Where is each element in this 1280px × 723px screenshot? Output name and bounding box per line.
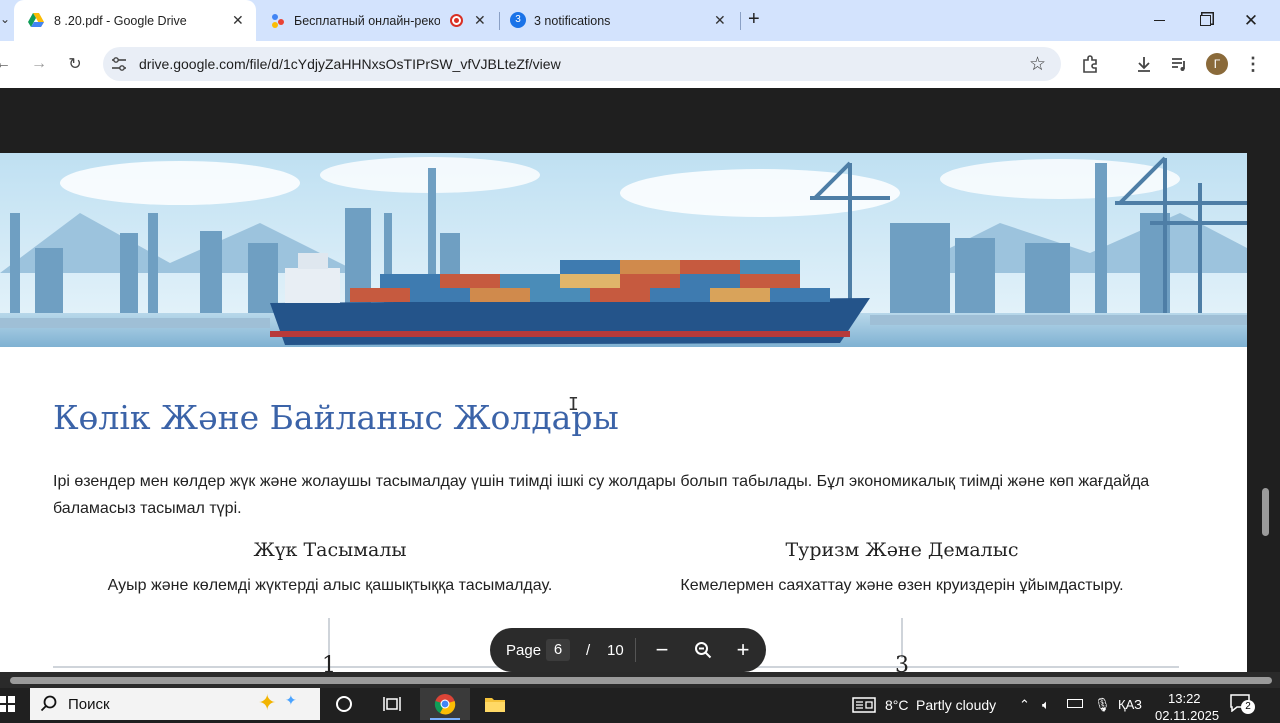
close-tab-icon[interactable]: ✕ — [474, 12, 486, 29]
column-heading-tourism: Туризм Және Демалыс — [785, 539, 1019, 561]
microphone-icon[interactable]: 🎙︎ — [1094, 697, 1111, 713]
restore-icon — [1199, 15, 1211, 26]
task-view-icon — [383, 697, 401, 711]
taskbar-search-box[interactable]: Поиск ✦ ✦ — [30, 688, 320, 720]
clock-date[interactable]: 02.11.2025 — [1155, 708, 1219, 723]
tab-google-drive[interactable]: 8 .20.pdf - Google Drive ✕ — [14, 0, 256, 41]
puzzle-icon — [1083, 55, 1097, 73]
notification-count-badge: 2 — [1241, 700, 1255, 714]
windows-logo-icon — [0, 696, 15, 712]
reload-icon: ↻ — [68, 56, 82, 73]
step-number: 3 — [895, 653, 909, 672]
sparkle-icon: ✦ — [285, 692, 297, 708]
forward-button[interactable]: → — [26, 51, 52, 77]
text-cursor-icon: I — [568, 394, 579, 415]
weather-description[interactable]: Partly cloudy — [916, 697, 996, 713]
column-heading-cargo: Жүк Тасымалы — [253, 539, 407, 561]
vertical-scrollbar-thumb[interactable] — [1262, 488, 1269, 536]
extensions-button[interactable] — [1077, 51, 1103, 77]
pdf-page: Көлік Және Байланыс Жолдары Ірі өзендер … — [0, 153, 1247, 672]
forward-arrow-icon: → — [31, 55, 47, 72]
sparkle-icon: ✦ — [258, 690, 277, 715]
notification-center-button[interactable]: 2 — [1230, 694, 1255, 714]
page-label: Page — [506, 641, 542, 659]
divider — [635, 638, 636, 662]
tab-title: 8 .20.pdf - Google Drive — [54, 13, 187, 28]
new-tab-button[interactable]: + — [748, 8, 760, 31]
close-icon: ✕ — [1243, 10, 1259, 30]
download-icon — [1138, 57, 1150, 72]
zoom-out-button[interactable]: − — [649, 637, 675, 662]
notification-badge-icon: 3 — [510, 12, 526, 28]
tab-separator — [740, 12, 741, 30]
column-text-cargo: Ауыр және көлемді жүктерді алыс қашықтық… — [107, 577, 553, 594]
start-button[interactable] — [0, 688, 30, 720]
back-arrow-icon: ← — [0, 55, 11, 72]
cortana-button[interactable] — [321, 688, 367, 720]
timeline-connector — [901, 618, 903, 658]
url-text[interactable]: drive.google.com/file/d/1cYdjyZaHHNxsOsT… — [139, 56, 561, 72]
bookmark-star-icon[interactable]: ☆ — [1029, 53, 1046, 76]
tab-recorder[interactable]: Бесплатный онлайн-рекор ✕ — [258, 0, 498, 41]
tab-title: Бесплатный онлайн-рекор — [294, 13, 440, 28]
tab-strip: ⌄ 8 .20.pdf - Google Drive ✕ Бесплатный … — [0, 0, 1280, 41]
google-drive-icon — [28, 13, 44, 27]
back-button[interactable]: ← — [0, 51, 16, 77]
search-icon — [40, 695, 57, 712]
weather-temperature[interactable]: 8°C — [885, 697, 909, 713]
downloads-button[interactable] — [1131, 51, 1157, 77]
close-tab-icon[interactable]: ✕ — [232, 12, 244, 29]
search-placeholder: Поиск — [68, 696, 110, 713]
weather-news-icon[interactable] — [852, 697, 876, 713]
battery-icon[interactable] — [1067, 699, 1083, 708]
page-number-input[interactable]: 6 — [546, 639, 570, 661]
port-banner-image — [0, 153, 1247, 347]
page-separator: / — [586, 641, 591, 659]
recording-icon — [450, 14, 463, 27]
minimize-icon — [1153, 20, 1165, 21]
document-paragraph: Ірі өзендер мен көлдер жүк және жолаушы … — [53, 473, 1150, 517]
tab-notifications[interactable]: 3 3 notifications ✕ — [500, 0, 740, 41]
clock-time[interactable]: 13:22 — [1168, 691, 1201, 706]
page-total: 10 — [607, 641, 624, 659]
tab-search-chevron[interactable]: ⌄ — [0, 12, 10, 30]
kebab-menu-icon: ⋮ — [1244, 53, 1262, 74]
volume-icon[interactable]: 🔈︎ — [1042, 697, 1050, 713]
magnifier-icon — [695, 642, 712, 659]
site-info-icon — [112, 57, 126, 71]
zoom-in-button[interactable]: + — [730, 637, 756, 662]
task-view-button[interactable] — [369, 688, 415, 720]
cortana-circle-icon — [336, 696, 352, 712]
language-indicator[interactable]: ҚАЗ — [1118, 697, 1142, 712]
media-control-button[interactable] — [1166, 51, 1192, 77]
menu-button[interactable]: ⋮ — [1240, 51, 1266, 77]
close-window-button[interactable]: ✕ — [1228, 0, 1274, 41]
horizontal-scrollbar-thumb[interactable] — [10, 677, 1272, 684]
browser-toolbar: ← → ↻ drive.google.com/file/d/1cYdjyZaHH… — [0, 41, 1280, 88]
playlist-icon — [1172, 58, 1185, 71]
reload-button[interactable]: ↻ — [62, 51, 88, 77]
timeline-connector — [328, 618, 330, 658]
chrome-taskbar-button[interactable] — [420, 688, 470, 720]
column-text-tourism: Кемелермен саяхаттау және өзен круиздері… — [680, 577, 1124, 594]
file-explorer-button[interactable] — [472, 688, 518, 720]
restore-button[interactable] — [1182, 0, 1228, 41]
folder-icon — [485, 698, 505, 712]
step-number: 1 — [322, 653, 336, 672]
horizontal-scrollbar — [0, 672, 1280, 688]
pdf-viewer: Көлік Және Байланыс Жолдары Ірі өзендер … — [0, 88, 1280, 672]
close-tab-icon[interactable]: ✕ — [714, 12, 726, 29]
tab-title: 3 notifications — [534, 13, 611, 28]
hidden-icons-chevron-icon[interactable]: ⌃ — [1019, 697, 1030, 713]
page-controls: Page 6 / 10 − + — [490, 628, 766, 672]
minimize-button[interactable] — [1136, 0, 1182, 41]
document-heading: Көлік Және Байланыс Жолдары — [53, 398, 619, 437]
profile-avatar[interactable]: Г — [1206, 53, 1228, 75]
windows-taskbar: Поиск ✦ ✦ 8°C Partly cloudy ⌃ 🔈︎ 🎙︎ ҚАЗ … — [0, 688, 1280, 723]
address-bar[interactable]: drive.google.com/file/d/1cYdjyZaHHNxsOsT… — [103, 47, 1061, 81]
zoom-reset-button[interactable] — [690, 638, 716, 662]
chrome-icon — [434, 694, 456, 715]
assistant-icon — [272, 14, 284, 28]
